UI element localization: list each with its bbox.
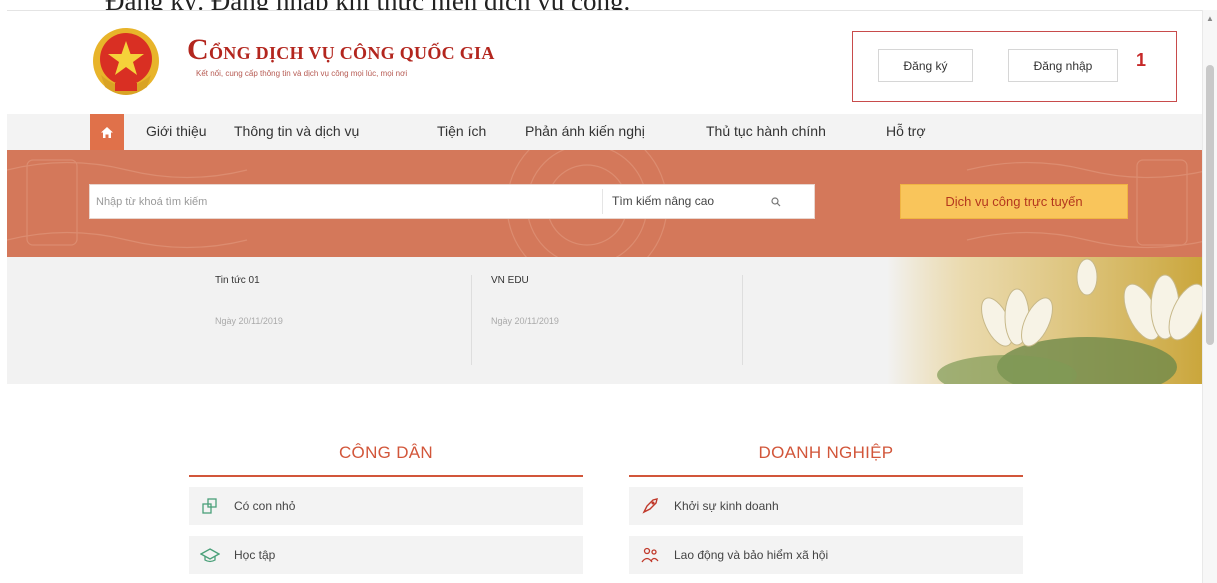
rocket-icon [639, 495, 661, 517]
business-section-title[interactable]: DOANH NGHIỆP [629, 443, 1023, 463]
portal-title: CỔNG DỊCH VỤ CÔNG QUỐC GIA [187, 33, 495, 66]
search-button[interactable] [765, 191, 787, 213]
business-item-lao-dong-bhxh[interactable]: Lao động và bảo hiểm xã hội [629, 536, 1023, 574]
business-underline [629, 475, 1023, 477]
nav-item-ho-tro[interactable]: Hỗ trợ [886, 123, 926, 139]
news-title: VN EDU [491, 275, 529, 286]
auth-highlight-box: Đăng ký Đăng nhập 1 [852, 31, 1177, 102]
portal-brand[interactable]: CỔNG DỊCH VỤ CÔNG QUỐC GIA Kết nối, cung… [187, 33, 495, 78]
business-item-label: Lao động và bảo hiểm xã hội [674, 548, 829, 562]
scroll-thumb[interactable] [1206, 65, 1214, 345]
citizen-section-title[interactable]: CÔNG DÂN [189, 443, 583, 463]
search-input[interactable] [96, 185, 596, 218]
search-divider [602, 189, 603, 214]
lotus-illustration [887, 257, 1210, 384]
nav-item-thu-tuc-hanh-chinh[interactable]: Thủ tục hành chính [706, 123, 826, 139]
nav-item-gioi-thieu[interactable]: Giới thiệu [146, 123, 207, 139]
browser-page: CỔNG DỊCH VỤ CÔNG QUỐC GIA Kết nối, cung… [7, 10, 1210, 583]
search-banner: Tìm kiếm nâng cao Dịch vụ công trực tuyế… [7, 150, 1210, 257]
vertical-scrollbar[interactable]: ▲ [1202, 10, 1217, 583]
news-strip: Tin tức 01 Ngày 20/11/2019 VN EDU Ngày 2… [7, 257, 1210, 384]
workers-icon [639, 544, 661, 566]
citizen-item-hoc-tap[interactable]: Học tập [189, 536, 583, 574]
step-marker: 1 [1136, 50, 1147, 70]
news-item[interactable]: VN EDU Ngày 20/11/2019 [491, 275, 559, 326]
home-icon [101, 126, 113, 138]
child-icon [199, 495, 221, 517]
news-item[interactable]: Tin tức 01 Ngày 20/11/2019 [215, 275, 283, 326]
nav-item-thong-tin-dich-vu[interactable]: Thông tin và dịch vụ [234, 123, 359, 139]
search-bar: Tìm kiếm nâng cao [89, 184, 815, 219]
citizen-underline [189, 475, 583, 477]
main-nav: Giới thiệu Thông tin và dịch vụ Tiện ích… [7, 114, 1210, 150]
online-service-button[interactable]: Dịch vụ công trực tuyến [900, 184, 1128, 219]
login-button[interactable]: Đăng nhập [1008, 49, 1118, 82]
national-emblem-icon [93, 28, 159, 95]
register-button[interactable]: Đăng ký [878, 49, 973, 82]
business-item-label: Khởi sự kinh doanh [674, 499, 779, 513]
news-date: Ngày 20/11/2019 [215, 316, 283, 326]
citizen-item-label: Học tập [234, 548, 276, 562]
graduation-cap-icon [199, 544, 221, 566]
portal-slogan: Kết nối, cung cấp thông tin và dịch vụ c… [196, 69, 408, 78]
business-item-khoi-su-kinh-doanh[interactable]: Khởi sự kinh doanh [629, 487, 1023, 525]
nav-item-tien-ich[interactable]: Tiện ích [437, 123, 486, 139]
scroll-up-icon[interactable]: ▲ [1206, 14, 1214, 23]
advanced-search-link[interactable]: Tìm kiếm nâng cao [612, 194, 714, 208]
news-divider [471, 275, 472, 365]
news-title: Tin tức 01 [215, 275, 260, 286]
search-icon [771, 197, 781, 207]
news-date: Ngày 20/11/2019 [491, 316, 559, 326]
citizen-item-co-con-nho[interactable]: Có con nhỏ [189, 487, 583, 525]
news-divider [742, 275, 743, 365]
home-button[interactable] [90, 114, 124, 150]
nav-item-phan-anh-kien-nghi[interactable]: Phản ánh kiến nghị [525, 123, 645, 139]
citizen-item-label: Có con nhỏ [234, 499, 296, 513]
